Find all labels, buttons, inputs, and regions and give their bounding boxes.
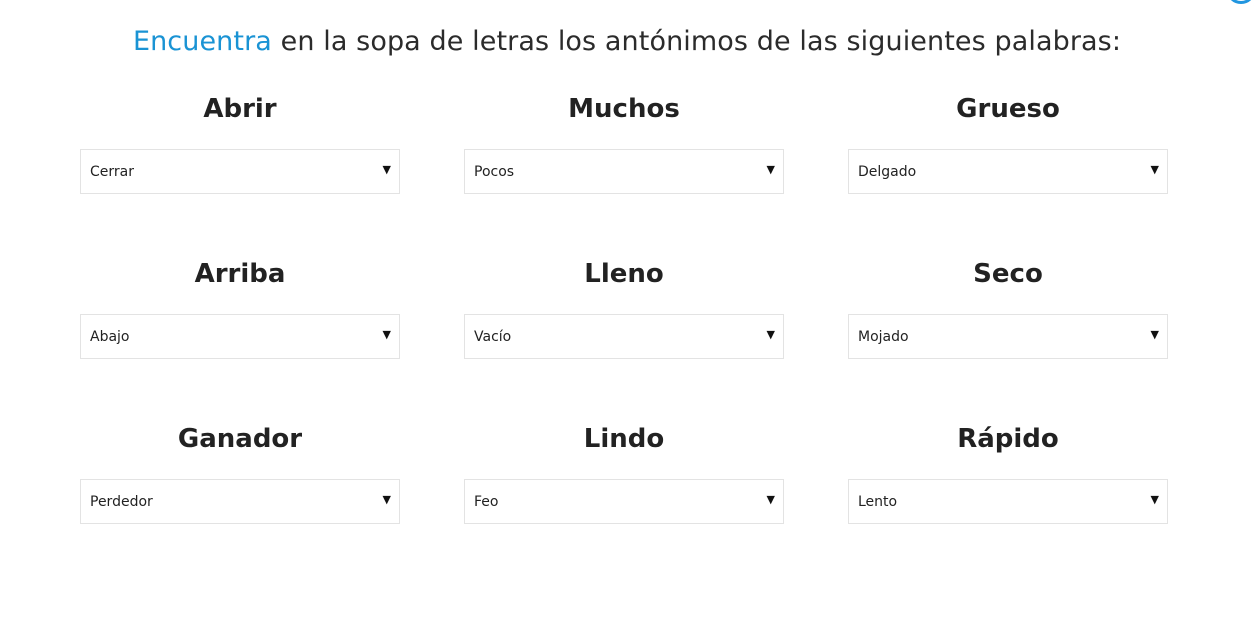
antonym-card-arriba: Arriba Abajo ▼: [80, 257, 400, 359]
antonym-select[interactable]: Cerrar ▼: [80, 149, 400, 194]
antonym-card-ganador: Ganador Perdedor ▼: [80, 422, 400, 524]
instruction-text: en la sopa de letras los antónimos de la…: [271, 26, 1122, 57]
caret-down-icon: ▼: [382, 328, 391, 341]
antonym-card-seco: Seco Mojado ▼: [848, 257, 1168, 359]
antonym-card-abrir: Abrir Cerrar ▼: [80, 92, 400, 194]
page: Encuentra en la sopa de letras los antón…: [0, 0, 1254, 631]
antonym-select[interactable]: Mojado ▼: [848, 314, 1168, 359]
select-value: Cerrar: [90, 164, 134, 180]
antonym-card-muchos: Muchos Pocos ▼: [464, 92, 784, 194]
antonym-select[interactable]: Pocos ▼: [464, 149, 784, 194]
instruction-heading: Encuentra en la sopa de letras los antón…: [0, 24, 1254, 60]
caret-down-icon: ▼: [1150, 328, 1159, 341]
word-label: Lindo: [583, 424, 665, 454]
caret-down-icon: ▼: [382, 163, 391, 176]
antonym-card-rapido: Rápido Lento ▼: [848, 422, 1168, 524]
caret-down-icon: ▼: [382, 493, 391, 506]
word-label: Grueso: [956, 94, 1060, 124]
caret-down-icon: ▼: [766, 328, 775, 341]
antonym-select[interactable]: Delgado ▼: [848, 149, 1168, 194]
word-label: Abrir: [203, 94, 277, 124]
antonym-select[interactable]: Feo ▼: [464, 479, 784, 524]
select-value: Vacío: [474, 329, 512, 345]
select-value: Pocos: [474, 164, 515, 180]
antonym-select[interactable]: Vacío ▼: [464, 314, 784, 359]
instruction-highlight: Encuentra: [132, 26, 272, 57]
word-label: Rápido: [957, 424, 1059, 454]
select-value: Perdedor: [90, 494, 153, 510]
caret-down-icon: ▼: [766, 493, 775, 506]
select-value: Mojado: [858, 329, 909, 345]
caret-down-icon: ▼: [766, 163, 775, 176]
word-label: Seco: [973, 259, 1043, 289]
word-label: Lleno: [584, 259, 664, 289]
caret-down-icon: ▼: [1150, 163, 1159, 176]
help-badge-icon[interactable]: [1226, 0, 1254, 4]
antonym-select[interactable]: Perdedor ▼: [80, 479, 400, 524]
select-value: Abajo: [90, 329, 130, 345]
select-value: Delgado: [858, 164, 917, 180]
antonym-select[interactable]: Lento ▼: [848, 479, 1168, 524]
caret-down-icon: ▼: [1150, 493, 1159, 506]
word-label: Ganador: [177, 424, 303, 454]
antonym-card-lindo: Lindo Feo ▼: [464, 422, 784, 524]
word-label: Muchos: [568, 94, 680, 124]
word-label: Arriba: [194, 259, 286, 289]
antonym-card-lleno: Lleno Vacío ▼: [464, 257, 784, 359]
antonym-select[interactable]: Abajo ▼: [80, 314, 400, 359]
antonym-card-grueso: Grueso Delgado ▼: [848, 92, 1168, 194]
select-value: Feo: [474, 494, 499, 510]
select-value: Lento: [858, 494, 898, 510]
